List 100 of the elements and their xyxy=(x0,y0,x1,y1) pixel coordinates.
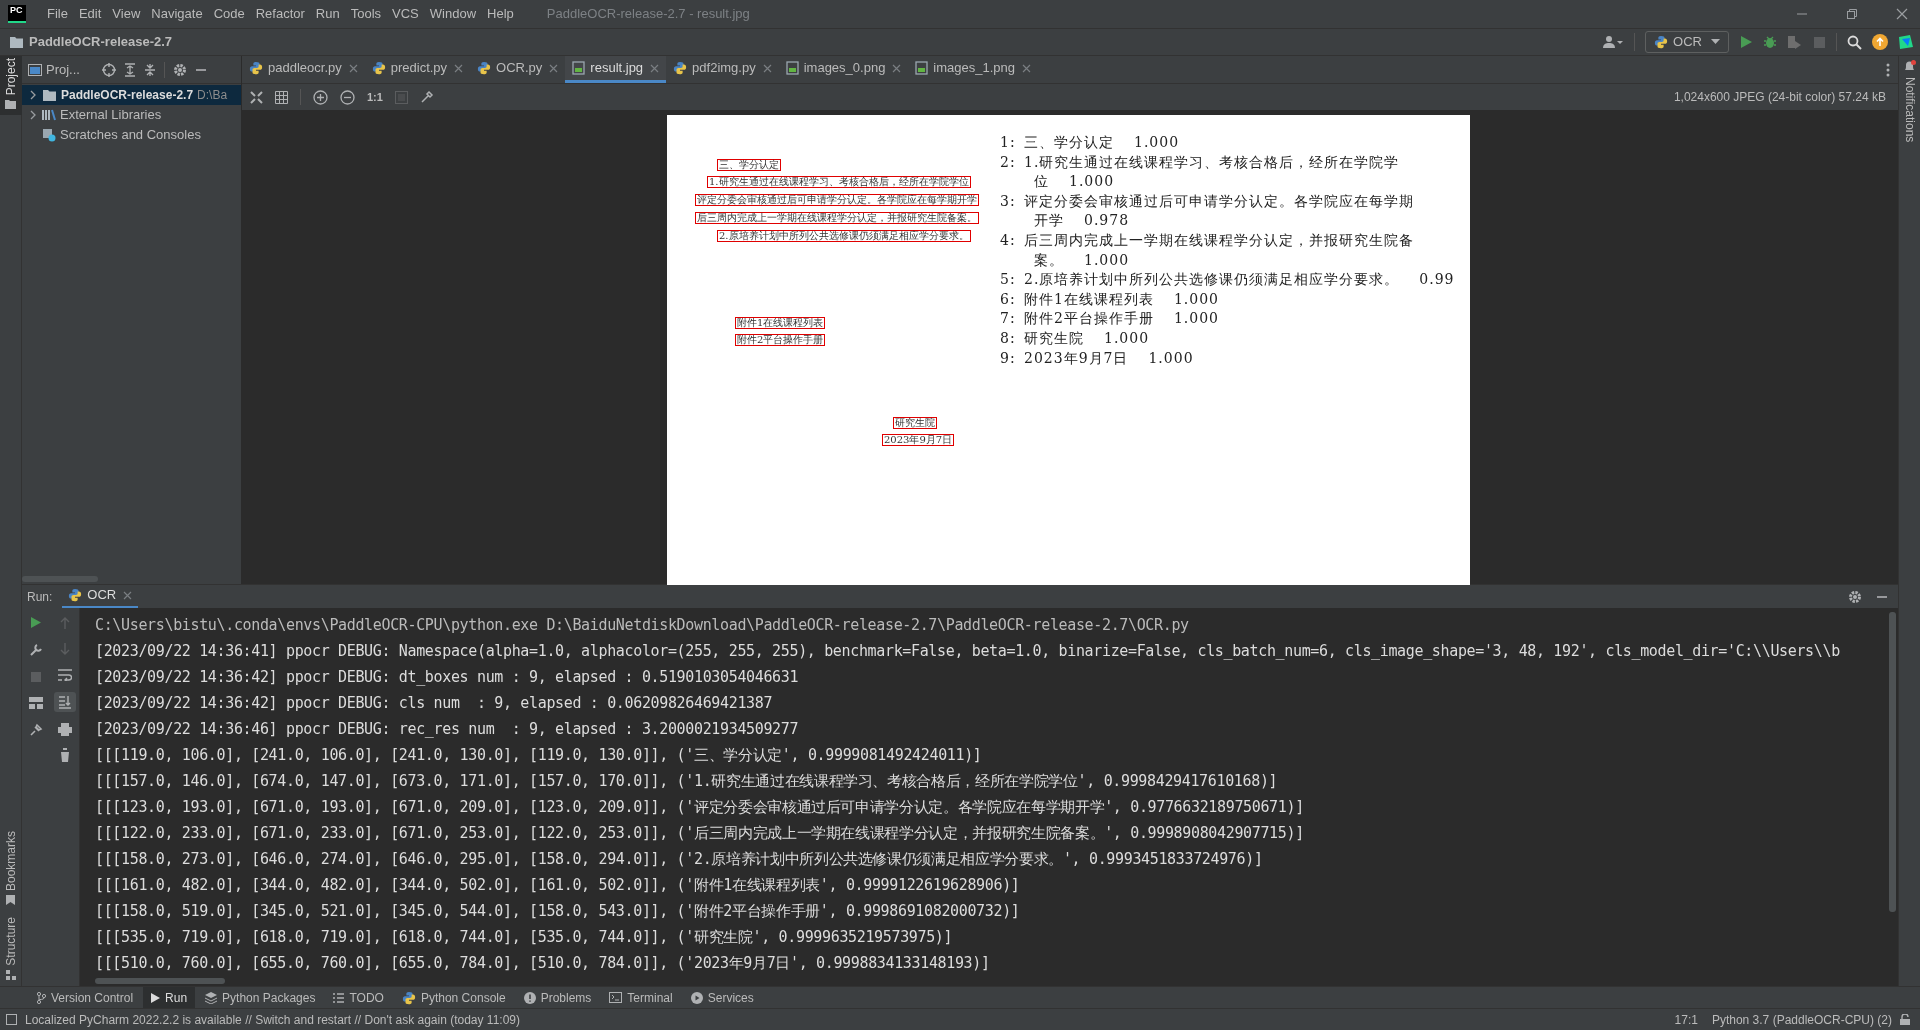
tool-window-tab[interactable]: Version Control xyxy=(28,987,142,1008)
run-icon[interactable] xyxy=(1739,35,1753,49)
close-icon[interactable] xyxy=(892,63,902,73)
notifications-button[interactable]: Notifications xyxy=(1900,60,1919,143)
library-icon xyxy=(42,109,56,121)
result-score: 1.000 xyxy=(1084,250,1130,270)
app-logo: PC xyxy=(8,5,26,23)
restore-icon[interactable] xyxy=(1846,8,1858,20)
expand-all-icon[interactable] xyxy=(123,62,136,77)
tree-item[interactable]: PaddleOCR-release-2.7 D:\Ba xyxy=(22,85,241,105)
soft-wrap-icon[interactable] xyxy=(57,666,72,684)
layout-icon[interactable] xyxy=(29,697,43,709)
tool-window-tab[interactable]: Services xyxy=(682,987,762,1008)
search-icon[interactable] xyxy=(1847,34,1862,50)
editor-tab[interactable]: result.jpg xyxy=(565,56,667,83)
tree-item[interactable]: Scratches and Consoles xyxy=(22,125,241,145)
tool-window-tab[interactable]: Python Console xyxy=(393,987,514,1008)
actual-size-button[interactable]: 1:1 xyxy=(367,88,383,106)
menu-item[interactable]: Tools xyxy=(345,4,387,24)
project-view-dropdown[interactable]: Proj... xyxy=(28,59,80,80)
fit-icon[interactable] xyxy=(250,90,263,104)
caret-position[interactable]: 17:1 xyxy=(1674,1010,1698,1029)
tree-item[interactable]: External Libraries xyxy=(22,105,241,125)
menu-item[interactable]: View xyxy=(107,4,146,24)
tool-window-tab[interactable]: Problems xyxy=(515,987,600,1008)
status-message: Localized PyCharm 2022.2.2 is available // Switch and restart // Don't ask again (today 11:09) xyxy=(25,1011,520,1029)
menu-item[interactable]: Window xyxy=(424,4,482,24)
close-icon[interactable] xyxy=(348,63,358,73)
tool-window-button[interactable]: Bookmarks xyxy=(1,825,20,912)
python-file-icon xyxy=(477,61,492,75)
scrollbar[interactable] xyxy=(22,576,98,582)
detection-box: 1.研究生通过在线课程学习、考核合格后，经所在学院学位 xyxy=(707,176,971,188)
settings-icon[interactable] xyxy=(1848,589,1862,604)
tool-window-tab[interactable]: Terminal xyxy=(601,987,681,1008)
editor-tab[interactable]: paddleocr.py xyxy=(242,56,365,83)
result-text: 1.研究生通过在线课程学习、考核合格后，经所在学院学 xyxy=(1024,152,1400,172)
debug-icon[interactable] xyxy=(1763,35,1777,49)
run-config-dropdown[interactable]: OCR xyxy=(1645,31,1729,53)
update-icon[interactable] xyxy=(1872,34,1888,50)
editor-tab[interactable]: images_0.png xyxy=(778,56,909,83)
menu-item[interactable]: Help xyxy=(482,4,519,24)
wrench-icon[interactable] xyxy=(29,643,43,657)
terminal-icon xyxy=(609,992,623,1003)
close-icon[interactable] xyxy=(549,63,559,73)
menu-item[interactable]: Refactor xyxy=(250,4,310,24)
grid-icon[interactable] xyxy=(275,90,288,104)
coverage-icon[interactable] xyxy=(1787,35,1803,49)
scrollbar[interactable] xyxy=(95,978,225,984)
console-line: [2023/09/22 14:36:42] ppocr DEBUG: dt_boxes num : 9, elapsed : 0.5190103054046631 xyxy=(95,667,800,688)
result-text: 2.原培养计划中所列公共选修课仍须满足相应学分要求。 xyxy=(1024,270,1400,290)
panel-toggle-icon[interactable] xyxy=(6,1014,17,1025)
scroll-to-end-icon[interactable] xyxy=(53,692,76,712)
menu-item[interactable]: Run xyxy=(310,4,345,24)
toolbox-icon[interactable] xyxy=(1898,34,1914,50)
interpreter-selector[interactable]: Python 3.7 (PaddleOCR-CPU) (2) xyxy=(1711,1010,1892,1029)
scratches-icon xyxy=(42,128,56,142)
menu-item[interactable]: VCS xyxy=(387,4,424,24)
close-icon[interactable] xyxy=(1022,63,1032,73)
console-line: [[[535.0, 719.0], [618.0, 719.0], [618.0, 744.0], [535.0, 744.0]], ('研究生院', 0.9999635219573975)] xyxy=(95,927,954,948)
tool-window-tab[interactable]: TODO xyxy=(325,987,392,1008)
scrollbar[interactable] xyxy=(1888,612,1896,912)
result-text: 三、学分认定 xyxy=(1024,133,1114,152)
lock-icon[interactable] xyxy=(1900,1014,1910,1025)
editor-tab[interactable]: pdf2img.py xyxy=(666,56,779,83)
collapse-all-icon[interactable] xyxy=(143,62,156,77)
project-tool-button[interactable]: Project xyxy=(0,56,22,116)
menu-item[interactable]: Code xyxy=(208,4,250,24)
close-icon[interactable] xyxy=(650,63,660,73)
tool-window-button[interactable]: Structure xyxy=(1,911,20,986)
result-number: 7: xyxy=(1000,309,1017,329)
rerun-icon[interactable] xyxy=(30,616,42,629)
locate-icon[interactable] xyxy=(101,62,116,77)
folder-icon xyxy=(5,100,16,110)
close-icon[interactable] xyxy=(454,63,464,73)
zoom-in-icon[interactable] xyxy=(313,89,328,105)
zoom-out-icon[interactable] xyxy=(340,89,355,105)
menu-item[interactable]: Edit xyxy=(73,4,107,24)
close-icon[interactable] xyxy=(123,590,133,600)
image-file-icon xyxy=(572,61,586,75)
console-line: [[[123.0, 193.0], [671.0, 193.0], [671.0, 209.0], [123.0, 209.0]], ('评定分委会审核通过后可申请学分认定。各学院应在每学期开学', 0.9776632189750671)] xyxy=(95,797,1305,818)
tool-window-tab[interactable]: Python Packages xyxy=(197,987,324,1008)
close-icon[interactable] xyxy=(762,63,772,73)
editor-tab[interactable]: OCR.py xyxy=(470,56,566,83)
console-line: [2023/09/22 14:36:42] ppocr DEBUG: cls num : 9, elapsed : 0.06209826469421387 xyxy=(95,693,774,714)
python-file-icon xyxy=(371,61,386,75)
editor-tab[interactable]: predict.py xyxy=(364,56,471,83)
menu-item[interactable]: File xyxy=(42,4,73,24)
user-icon[interactable] xyxy=(1602,35,1625,49)
trash-icon[interactable] xyxy=(58,746,71,764)
window-title: PaddleOCR-release-2.7 - result.jpg xyxy=(546,5,750,24)
project-breadcrumb[interactable]: PaddleOCR-release-2.7 xyxy=(29,32,173,52)
menu-item[interactable]: Navigate xyxy=(146,4,208,24)
tool-window-tab[interactable]: Run xyxy=(143,987,196,1008)
settings-icon[interactable] xyxy=(172,62,187,77)
editor-tab[interactable]: images_1.png xyxy=(908,56,1039,83)
detection-box: 三、学分认定 xyxy=(717,159,781,171)
console-line: [[[158.0, 519.0], [345.0, 521.0], [345.0, 544.0], [158.0, 543.0]], ('附件2平台操作手册', 0.9998691082000732)] xyxy=(95,901,1021,922)
close-icon[interactable] xyxy=(1896,8,1908,20)
console-line: [[[119.0, 106.0], [241.0, 106.0], [241.0, 130.0], [119.0, 130.0]], ('三、学分认定', 0.9999081492424011)] xyxy=(95,745,983,766)
console-line: [2023/09/22 14:36:46] ppocr DEBUG: rec_res num : 9, elapsed : 3.2000021934509277 xyxy=(95,719,800,740)
